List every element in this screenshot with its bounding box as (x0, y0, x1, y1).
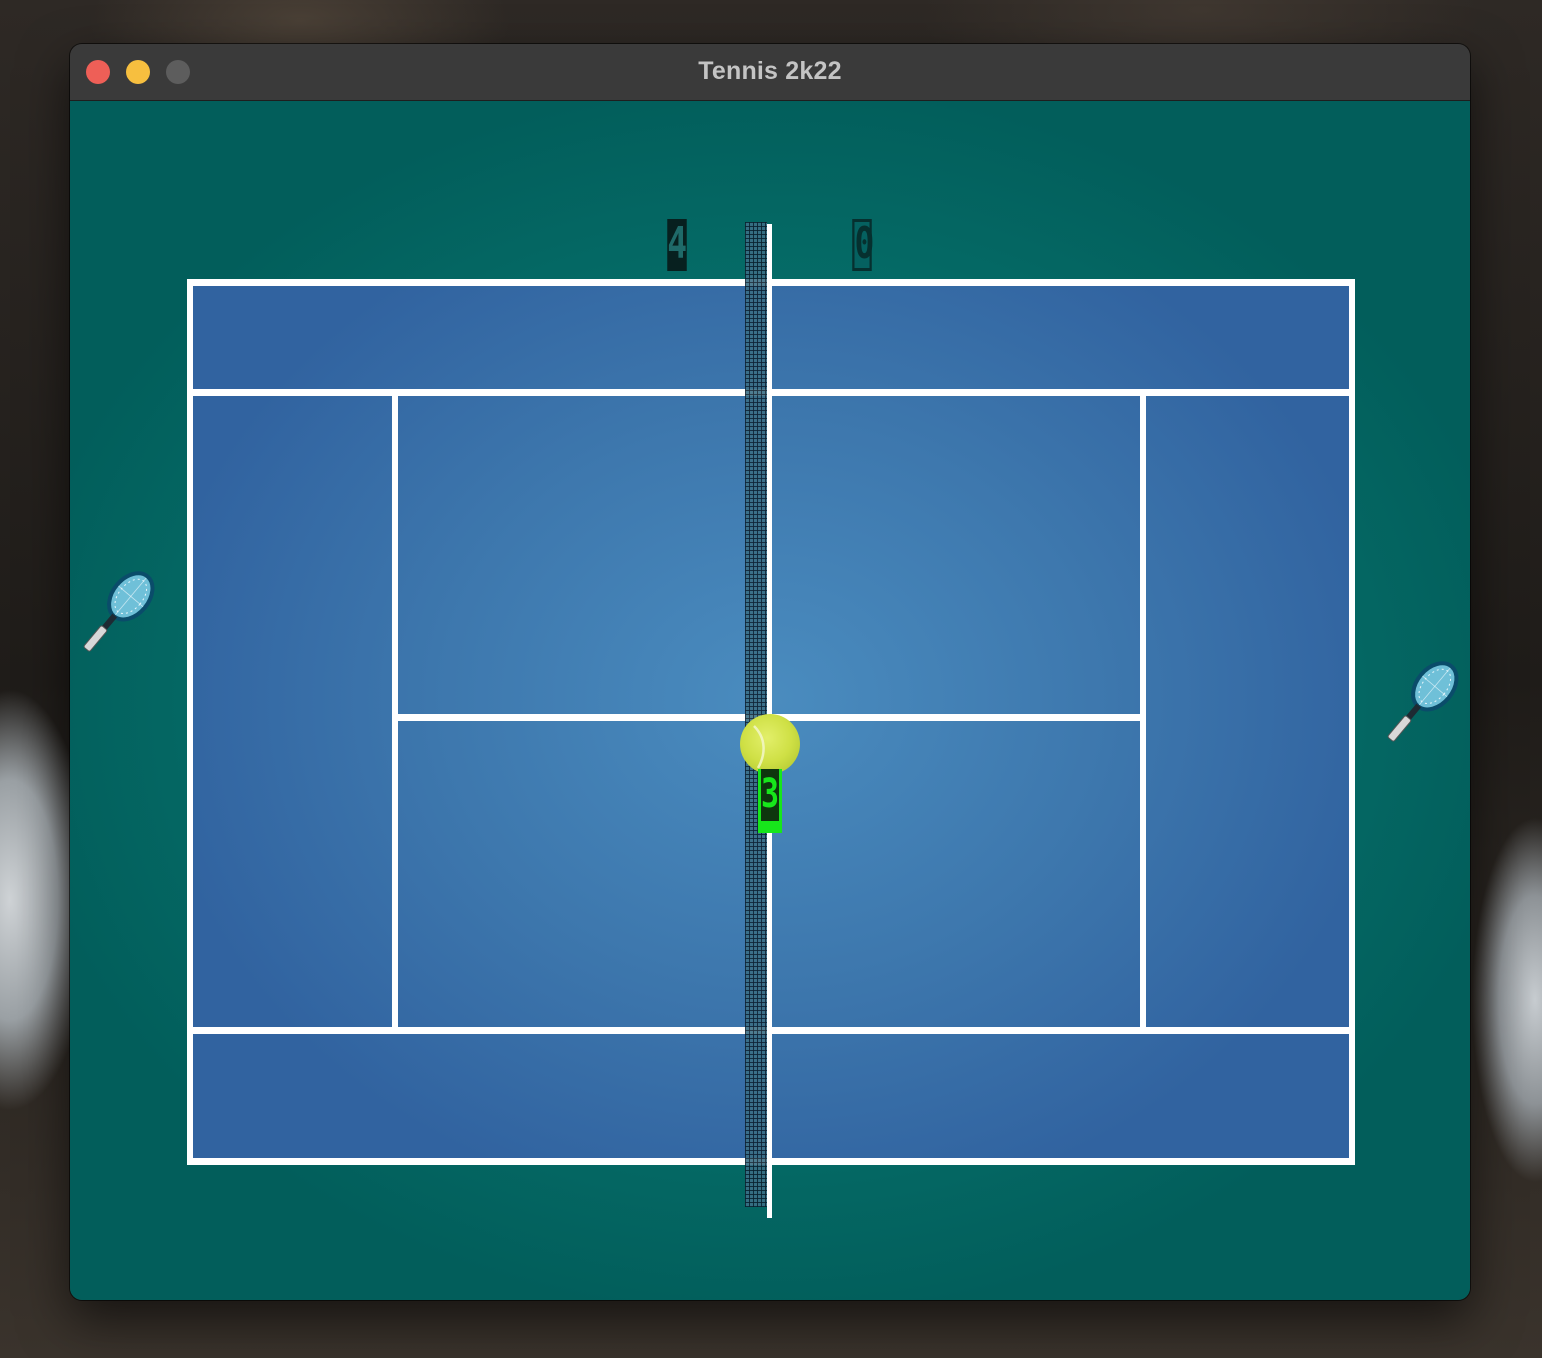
game-window: Tennis 2k22 4 0 3 (70, 44, 1470, 1300)
service-line-right (1140, 389, 1146, 1029)
right-player-score: 0 (852, 219, 874, 271)
tennis-ball-icon (740, 714, 800, 774)
service-line-left (392, 389, 398, 1029)
rally-counter: 3 (758, 769, 782, 833)
right-racket-icon[interactable] (1370, 653, 1470, 755)
left-racket-icon[interactable] (70, 563, 162, 665)
rally-count-value: 3 (761, 769, 779, 821)
window-title: Tennis 2k22 (698, 57, 842, 85)
left-player-score: 4 (667, 218, 688, 271)
title-bar[interactable]: Tennis 2k22 (70, 44, 1470, 101)
game-canvas[interactable]: 4 0 3 (70, 101, 1470, 1300)
